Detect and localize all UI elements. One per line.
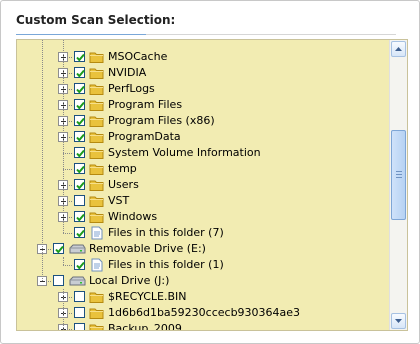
tree-row[interactable]: ProgramData	[17, 129, 389, 145]
vertical-scrollbar[interactable]	[389, 40, 407, 330]
tree-item-label: MSOCache	[108, 50, 168, 63]
item-checkbox[interactable]	[74, 291, 85, 302]
tree-connector	[63, 265, 72, 266]
tree-row[interactable]: Users	[17, 177, 389, 193]
tree-item-label: Program Files	[108, 98, 183, 111]
grip-line	[396, 177, 402, 178]
tree-item-label: temp	[108, 162, 137, 175]
tree-item-label: ProgramData	[108, 130, 181, 143]
scan-selection-panel: Custom Scan Selection: MSOCache NVIDIA Per…	[0, 0, 420, 344]
tree-item-label: Users	[108, 178, 139, 191]
tree-row[interactable]: temp	[17, 161, 389, 177]
arrow-up-icon	[395, 47, 402, 51]
tree-connector	[63, 153, 72, 154]
tree-guide-line	[63, 289, 64, 330]
grip-line	[396, 174, 402, 175]
tree-item-label: Backup_2009	[108, 322, 182, 331]
tree-connector	[63, 169, 72, 170]
tree-guide-line	[42, 40, 43, 281]
tree-row[interactable]: VST	[17, 193, 389, 209]
tree-row[interactable]: 1d6b6d1ba59230ccecb930364ae3	[17, 305, 389, 321]
item-checkbox[interactable]	[74, 227, 85, 238]
item-checkbox[interactable]	[74, 211, 85, 222]
scroll-down-button[interactable]	[391, 313, 406, 329]
tree-item-label: Files in this folder (1)	[108, 258, 224, 271]
tree-row[interactable]: $RECYCLE.BIN	[17, 289, 389, 305]
item-checkbox[interactable]	[53, 243, 64, 254]
tree-row[interactable]: System Volume Information	[17, 145, 389, 161]
tree-item-label: VST	[108, 194, 130, 207]
tree-item-label: 1d6b6d1ba59230ccecb930364ae3	[108, 306, 301, 319]
tree-row[interactable]: Files in this folder (7)	[17, 225, 389, 241]
item-checkbox[interactable]	[74, 131, 85, 142]
folder-tree[interactable]: MSOCache NVIDIA PerfLogs Program Files Progr…	[16, 39, 408, 331]
scrollbar-thumb[interactable]	[391, 130, 406, 220]
panel-title: Custom Scan Selection:	[16, 13, 176, 27]
tree-item-label: Windows	[108, 210, 158, 223]
tree-row[interactable]: Local Drive (J:)	[17, 273, 389, 289]
item-checkbox[interactable]	[74, 323, 85, 330]
item-checkbox[interactable]	[74, 179, 85, 190]
arrow-down-icon	[395, 319, 402, 323]
item-checkbox[interactable]	[74, 307, 85, 318]
tree-row[interactable]: Program Files	[17, 97, 389, 113]
tree-row[interactable]: Backup_2009	[17, 321, 389, 331]
tree-guide-line	[63, 40, 64, 233]
tree-item-label: NVIDIA	[108, 66, 147, 79]
item-checkbox[interactable]	[74, 147, 85, 158]
tree-row[interactable]: PerfLogs	[17, 81, 389, 97]
tree-row[interactable]: Removable Drive (E:)	[17, 241, 389, 257]
item-checkbox[interactable]	[53, 275, 64, 286]
tree-item-label: PerfLogs	[108, 82, 155, 95]
tree-item-label: $RECYCLE.BIN	[108, 290, 187, 303]
tree-row[interactable]: MSOCache	[17, 49, 389, 65]
tree-item-label: Program Files (x86)	[108, 114, 215, 127]
tree-row[interactable]: Program Files (x86)	[17, 113, 389, 129]
tree-connector	[63, 233, 72, 234]
tree-item-label: Removable Drive (E:)	[89, 242, 206, 255]
item-checkbox[interactable]	[74, 195, 85, 206]
tree-row[interactable]: Windows	[17, 209, 389, 225]
tree-guide-line	[63, 257, 64, 265]
grip-line	[396, 171, 402, 172]
scroll-up-button[interactable]	[391, 41, 406, 57]
title-divider	[16, 34, 396, 35]
item-checkbox[interactable]	[74, 163, 85, 174]
tree-row[interactable]: NVIDIA	[17, 65, 389, 81]
item-checkbox[interactable]	[74, 67, 85, 78]
item-checkbox[interactable]	[74, 115, 85, 126]
item-checkbox[interactable]	[74, 99, 85, 110]
folder-icon	[89, 322, 105, 330]
tree-item-label: Local Drive (J:)	[89, 274, 170, 287]
item-checkbox[interactable]	[74, 83, 85, 94]
item-checkbox[interactable]	[74, 259, 85, 270]
tree-item-label: System Volume Information	[108, 146, 261, 159]
tree-row[interactable]: Files in this folder (1)	[17, 257, 389, 273]
tree-item-label: Files in this folder (7)	[108, 226, 224, 239]
item-checkbox[interactable]	[74, 51, 85, 62]
